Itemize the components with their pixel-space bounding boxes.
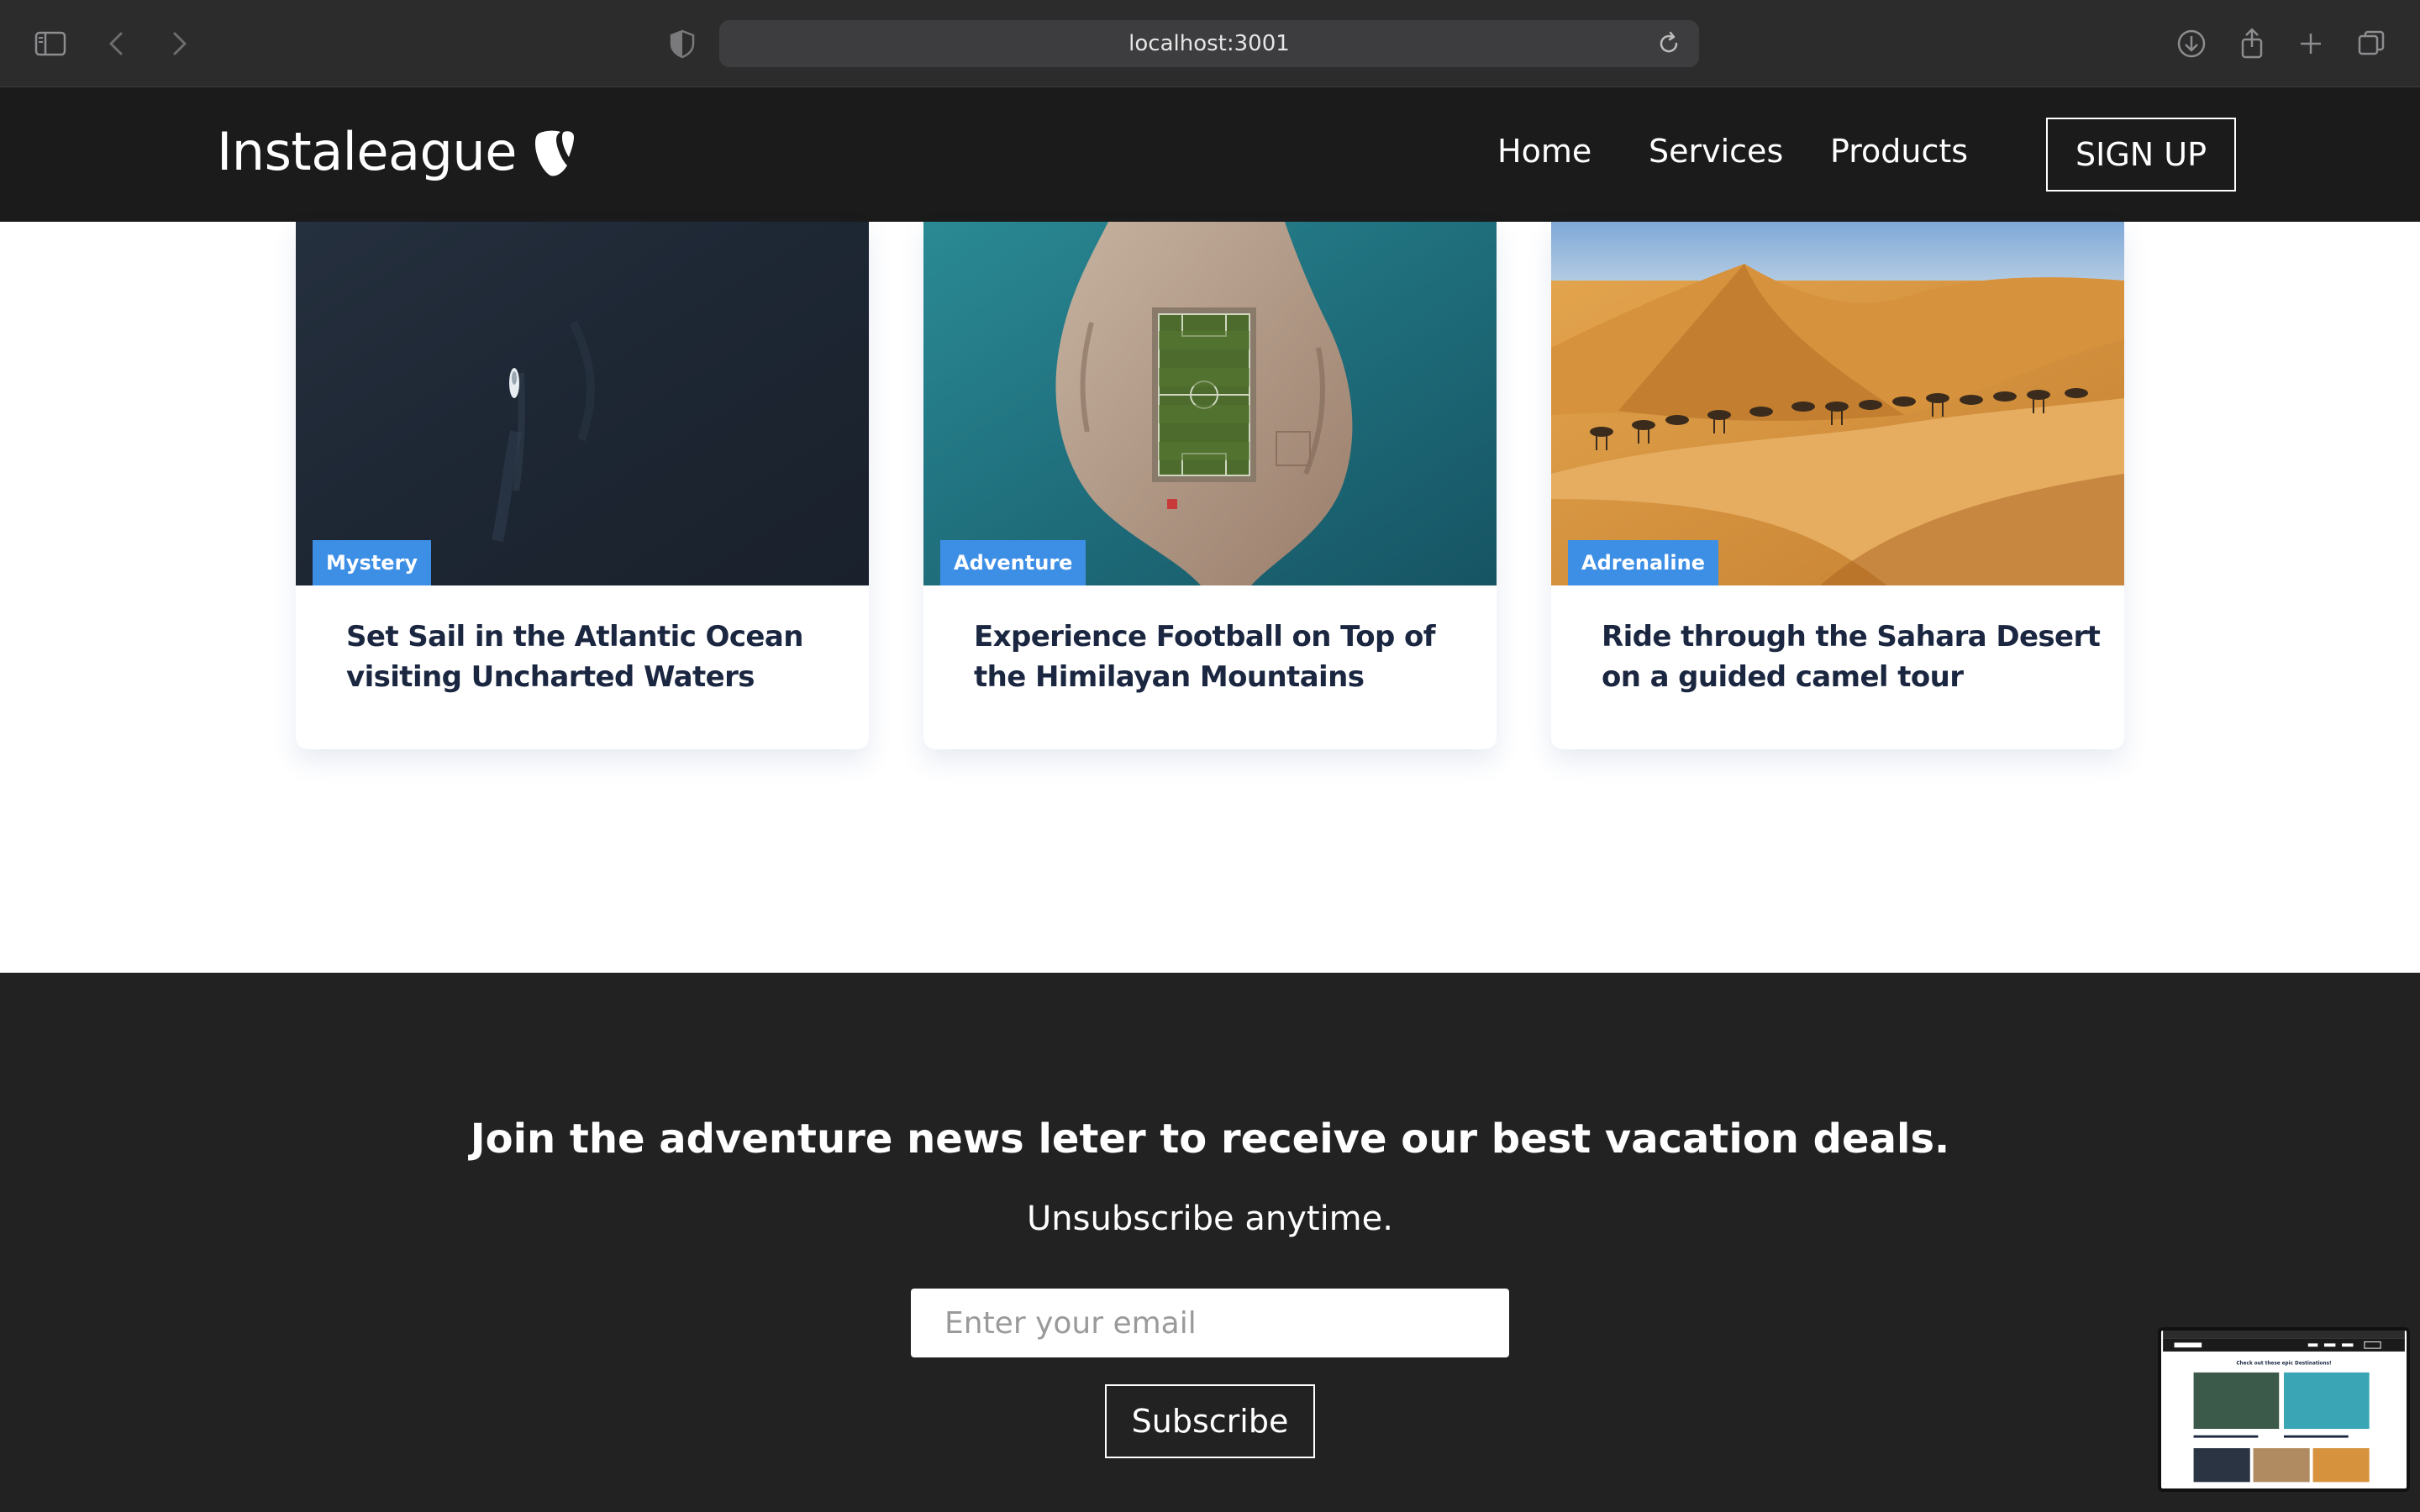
island-stadium-photo [923,222,1497,585]
newsletter-subtitle: Unsubscribe anytime. [1027,1200,1393,1238]
privacy-shield-icon[interactable] [664,25,701,62]
page-thumbnail-preview[interactable]: Check out these epic Destinations! [2158,1327,2410,1492]
newsletter-title: Join the adventure news leter to receive… [470,1116,1950,1163]
category-tag[interactable]: Adventure [940,540,1086,585]
site-header: Instaleague Home Services Products SIGN … [0,87,2420,222]
thumbnail-image: Check out these epic Destinations! [2163,1331,2405,1488]
downloads-icon[interactable] [2173,25,2210,62]
destination-cards: Mystery Set Sail in the Atlantic Ocean v… [0,222,2420,978]
forward-icon[interactable] [160,25,197,62]
reload-icon[interactable] [1654,29,1684,59]
card-title[interactable]: Set Sail in the Atlantic Ocean visiting … [346,617,850,697]
nav-link-home[interactable]: Home [1497,133,1591,170]
address-bar[interactable]: localhost:3001 [719,20,1699,67]
ocean-photo [296,222,869,585]
sign-up-button[interactable]: SIGN UP [2046,118,2236,192]
typo3-logo-icon [534,130,574,176]
share-icon[interactable] [2233,25,2270,62]
thumbnail-heading: Check out these epic Destinations! [2236,1361,2331,1366]
nav-link-products[interactable]: Products [1830,133,1968,170]
sidebar-toggle-icon[interactable] [32,25,69,62]
logo-text: Instaleague [217,121,517,182]
tab-overview-icon[interactable] [2353,25,2390,62]
browser-toolbar: localhost:3001 [0,0,2420,87]
destination-card-sahara[interactable]: Adrenaline Ride through the Sahara Deser… [1551,222,2124,749]
destination-card-ocean[interactable]: Mystery Set Sail in the Atlantic Ocean v… [296,222,869,749]
subscribe-button[interactable]: Subscribe [1105,1384,1315,1458]
card-title[interactable]: Ride through the Sahara Desert on a guid… [1602,617,2106,697]
category-tag[interactable]: Adrenaline [1568,540,1718,585]
card-title[interactable]: Experience Football on Top of the Himila… [974,617,1478,697]
desert-camels-photo [1551,222,2124,585]
email-input[interactable] [911,1289,1509,1357]
newsletter-section: Join the adventure news leter to receive… [0,973,2420,1512]
category-tag[interactable]: Mystery [313,540,432,585]
nav-link-services[interactable]: Services [1649,133,1783,170]
destination-card-football[interactable]: Adventure Experience Football on Top of … [923,222,1497,749]
url-text: localhost:3001 [1128,31,1290,56]
site-logo[interactable]: Instaleague [217,121,576,182]
new-tab-icon[interactable] [2292,25,2329,62]
back-icon[interactable] [99,25,136,62]
